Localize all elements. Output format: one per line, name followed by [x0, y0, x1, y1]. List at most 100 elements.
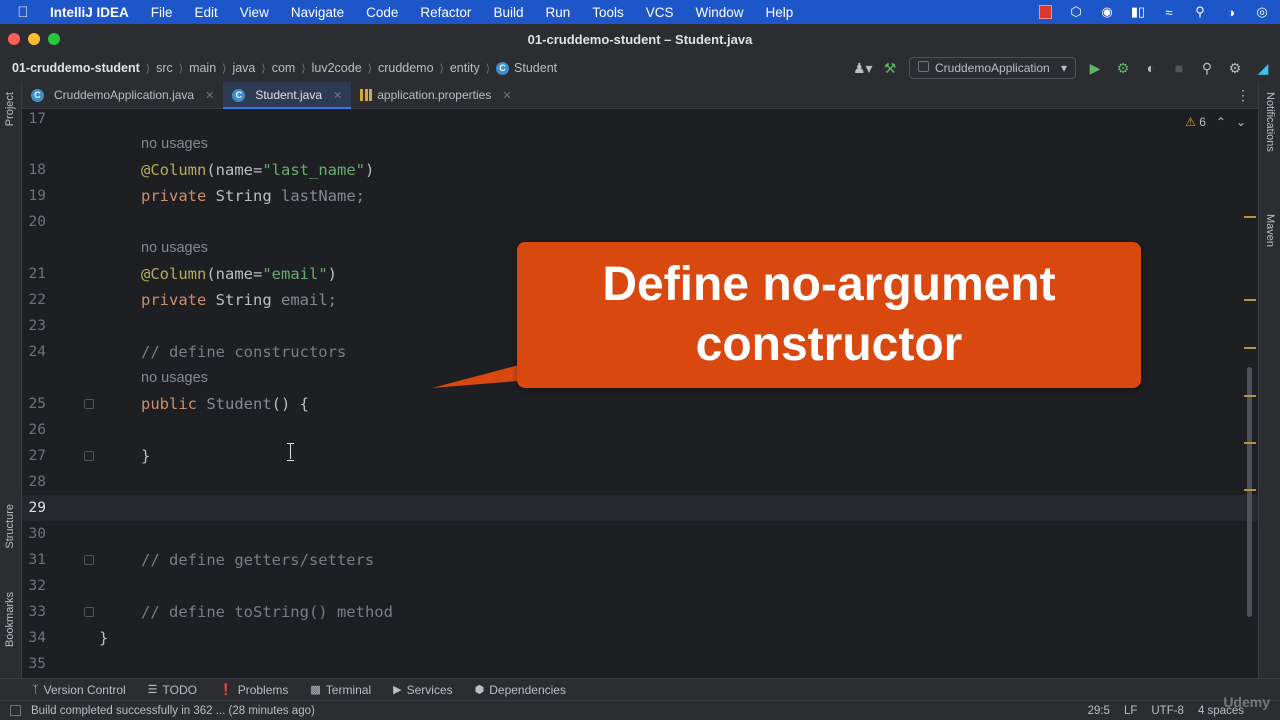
close-icon[interactable]: ✕	[502, 89, 511, 102]
menu-window[interactable]: Window	[685, 5, 755, 20]
warning-marker[interactable]	[1244, 442, 1256, 444]
code-line: 17	[28, 111, 46, 127]
breadcrumb-main[interactable]: main	[189, 61, 216, 75]
breadcrumb-cruddemo[interactable]: cruddemo	[378, 61, 434, 75]
usage-hint[interactable]: no usages	[141, 235, 208, 261]
fold-marker-icon[interactable]	[84, 555, 94, 565]
stop-icon[interactable]: ■	[1170, 60, 1188, 76]
coverage-icon[interactable]: ◐	[1142, 60, 1160, 76]
breadcrumb-src[interactable]: src	[156, 61, 173, 75]
menu-file[interactable]: File	[140, 5, 184, 20]
chevron-right-icon: ⟩	[439, 62, 444, 75]
tab-student-java[interactable]: C Student.java ✕	[223, 82, 352, 109]
window-title: 01-cruddemo-student – Student.java	[527, 31, 753, 47]
class-icon: C	[232, 88, 246, 102]
menu-navigate[interactable]: Navigate	[280, 5, 355, 20]
project-tool-button[interactable]: Project	[4, 92, 16, 126]
breadcrumb-student[interactable]: Student	[514, 61, 557, 75]
user-icon[interactable]: ◉	[1099, 4, 1115, 19]
close-window-button[interactable]	[8, 33, 20, 45]
search-icon[interactable]: ⚲	[1198, 60, 1216, 77]
menu-edit[interactable]: Edit	[184, 5, 229, 20]
tool-windows-toggle-icon[interactable]	[10, 705, 21, 716]
list-icon: ☰	[147, 684, 158, 696]
menu-build[interactable]: Build	[482, 5, 534, 20]
maven-tool-button[interactable]: Maven	[1264, 214, 1276, 247]
recording-icon[interactable]	[1037, 5, 1053, 19]
code-editor[interactable]: ⚠ 6 ⌃ ⌄ 17 no usages 18 @Column(name="las…	[22, 109, 1258, 678]
warning-marker[interactable]	[1244, 299, 1256, 301]
structure-tool-button[interactable]: Structure	[4, 504, 16, 549]
breadcrumb-entity[interactable]: entity	[450, 61, 480, 75]
breadcrumb-luv2code[interactable]: luv2code	[312, 61, 362, 75]
close-icon[interactable]: ✕	[333, 89, 342, 102]
tab-application-properties[interactable]: application.properties ✕	[351, 82, 520, 108]
usage-hint[interactable]: no usages	[141, 131, 208, 157]
breadcrumb-java[interactable]: java	[232, 61, 255, 75]
siri-icon[interactable]: ◎	[1254, 4, 1270, 19]
breadcrumb-project[interactable]: 01-cruddemo-student	[12, 61, 140, 75]
build-hammer-icon[interactable]: ⚒	[881, 60, 899, 77]
menu-help[interactable]: Help	[755, 5, 805, 20]
code-line: 34}	[28, 629, 109, 647]
fold-marker-icon[interactable]	[84, 399, 94, 409]
warning-marker[interactable]	[1244, 216, 1256, 218]
wifi-icon[interactable]: ≈	[1161, 5, 1177, 20]
usage-hint[interactable]: no usages	[141, 365, 208, 391]
spotlight-search-icon[interactable]: ⚲	[1192, 4, 1208, 19]
notifications-tool-button[interactable]: Notifications	[1264, 92, 1276, 152]
callout-line-1: Define no-argument	[602, 258, 1056, 311]
fold-marker-icon[interactable]	[84, 451, 94, 461]
battery-icon[interactable]: ▮▯	[1130, 4, 1146, 19]
right-tool-strip: Notifications Maven	[1258, 82, 1280, 678]
code-line: 27}	[28, 447, 151, 465]
apple-menu-icon[interactable]: 	[0, 4, 46, 21]
callout-line-2: constructor	[695, 318, 963, 371]
gear-icon[interactable]: ⚙	[1226, 60, 1244, 77]
scrollbar-thumb[interactable]	[1247, 367, 1252, 617]
tab-label: CruddemoApplication.java	[54, 88, 195, 102]
more-options-icon[interactable]: ⋮	[1236, 87, 1250, 104]
chevron-right-icon: ⟩	[261, 62, 266, 75]
terminal-tool-button[interactable]: ▩ Terminal	[310, 683, 371, 697]
run-configuration-label: CruddemoApplication	[935, 61, 1050, 75]
menu-run[interactable]: Run	[534, 5, 581, 20]
breadcrumb-com[interactable]: com	[272, 61, 296, 75]
jetbrains-logo-icon[interactable]: ◢	[1254, 60, 1272, 77]
app-menu[interactable]: IntelliJ IDEA	[46, 5, 140, 20]
dependencies-tool-button[interactable]: ⬢ Dependencies	[475, 683, 566, 697]
services-tool-button[interactable]: ▶ Services	[393, 683, 452, 697]
warning-marker[interactable]	[1244, 489, 1256, 491]
bookmarks-tool-button[interactable]: Bookmarks	[4, 592, 16, 647]
menu-code[interactable]: Code	[355, 5, 409, 20]
menu-tools[interactable]: Tools	[581, 5, 635, 20]
menu-view[interactable]: View	[229, 5, 280, 20]
zoom-window-button[interactable]	[48, 33, 60, 45]
menu-refactor[interactable]: Refactor	[409, 5, 482, 20]
control-center-icon[interactable]: ◑	[1223, 5, 1239, 20]
warning-marker[interactable]	[1244, 347, 1256, 349]
tab-cruddemo-application[interactable]: C CruddemoApplication.java ✕	[22, 82, 223, 108]
close-icon[interactable]: ✕	[205, 89, 214, 102]
caret-position[interactable]: 29:5	[1088, 705, 1110, 717]
cube-icon[interactable]: ⬡	[1068, 4, 1084, 19]
warning-marker[interactable]	[1244, 395, 1256, 397]
run-icon[interactable]: ▶	[1086, 60, 1104, 77]
file-encoding[interactable]: UTF-8	[1151, 705, 1184, 717]
current-code-line: 29	[22, 495, 1258, 521]
problems-tool-button[interactable]: ❗ Problems	[219, 683, 288, 697]
debug-icon[interactable]: ⚙	[1114, 60, 1132, 77]
chevron-right-icon: ⟩	[485, 62, 491, 75]
line-separator[interactable]: LF	[1124, 705, 1137, 717]
menu-vcs[interactable]: VCS	[635, 5, 685, 20]
editor-scrollbar[interactable]	[1242, 109, 1256, 678]
todo-tool-button[interactable]: ☰ TODO	[148, 683, 197, 697]
minimize-window-button[interactable]	[28, 33, 40, 45]
account-icon[interactable]: ♟▾	[853, 60, 873, 77]
window-title-bar: 01-cruddemo-student – Student.java	[0, 24, 1280, 54]
version-control-tool-button[interactable]: ᛉ Version Control	[32, 683, 126, 697]
run-configuration-select[interactable]: CruddemoApplication ▾	[909, 57, 1076, 79]
status-message[interactable]: Build completed successfully in 362 ... …	[31, 705, 315, 717]
fold-marker-icon[interactable]	[84, 607, 94, 617]
code-line: 20	[28, 214, 46, 230]
